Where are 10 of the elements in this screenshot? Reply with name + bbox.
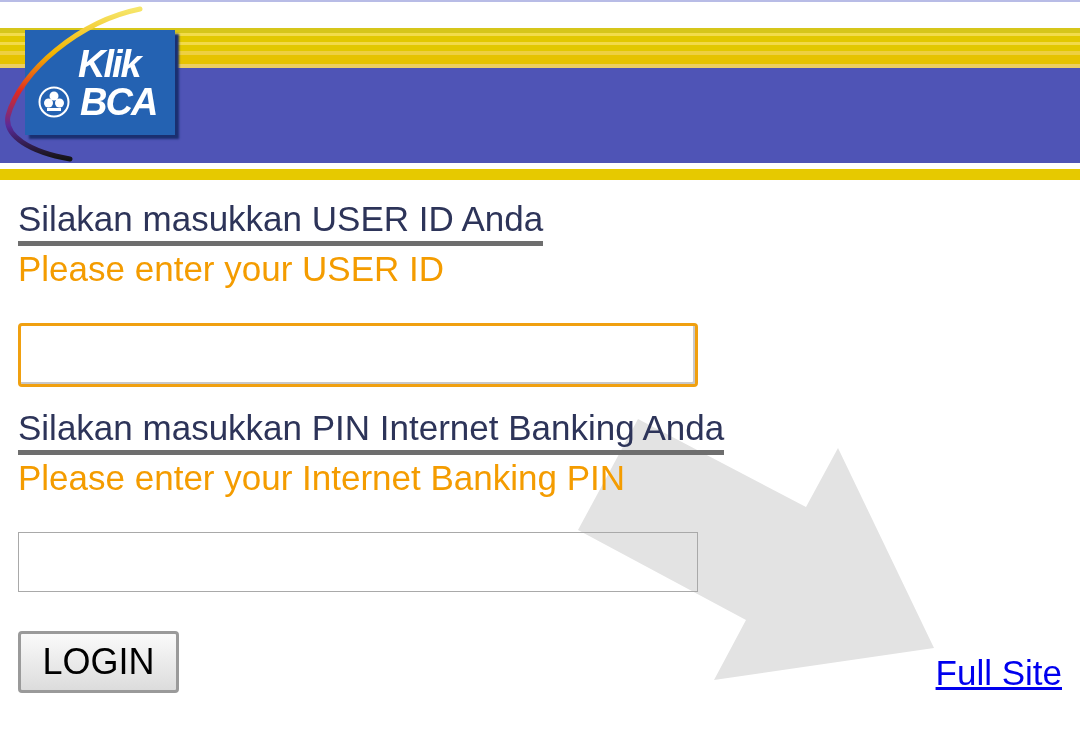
logo-text: BCA — [80, 83, 157, 121]
input-field[interactable] — [18, 532, 698, 592]
field-label: Silakan masukkan PIN Internet Banking Anda — [18, 408, 725, 455]
full-site-link[interactable]: Full Site — [935, 653, 1062, 693]
login-button[interactable]: LOGIN — [18, 631, 179, 693]
field-label: Silakan masukkan USER ID Anda — [18, 199, 544, 246]
field-hint: Please enter your Internet Banking PIN — [18, 458, 625, 498]
field-hint: Please enter your USER ID — [18, 249, 444, 289]
input-field[interactable] — [18, 323, 698, 387]
emblem-icon — [38, 86, 70, 118]
